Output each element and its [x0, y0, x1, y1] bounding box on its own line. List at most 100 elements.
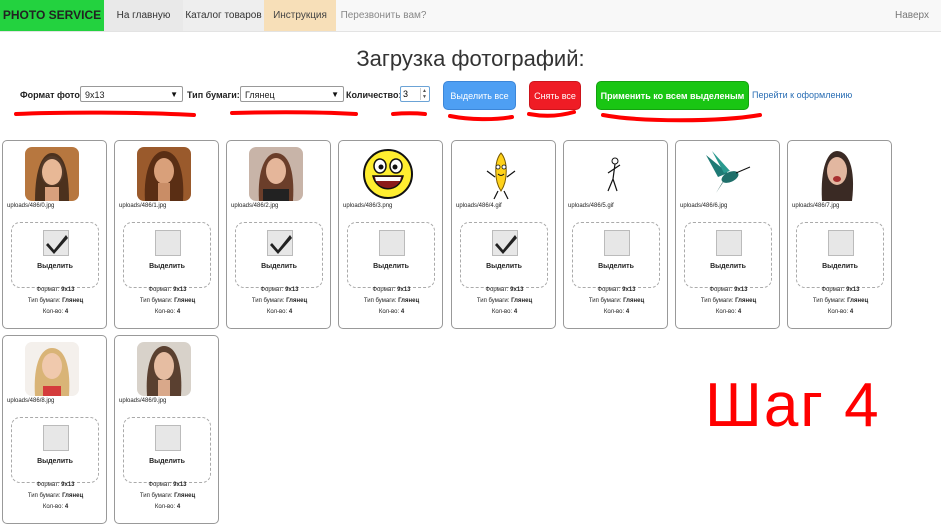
- paper-value: Глянец: [62, 493, 84, 499]
- format-value: 9x13: [510, 287, 524, 293]
- format-key: Формат:: [148, 482, 172, 488]
- qty-key: Кол-во:: [266, 309, 288, 315]
- photo-format-line: Формат: 9x13: [115, 482, 220, 488]
- qty-value: 4: [849, 309, 854, 315]
- photo-thumbnail: [586, 147, 640, 201]
- paper-value: Глянец: [847, 298, 869, 304]
- paper-select-value: Глянец: [245, 90, 275, 100]
- photo-filename: uploads/486/1.jpg: [119, 203, 167, 209]
- photo-select-area[interactable]: Выделить: [11, 222, 99, 288]
- nav-home[interactable]: На главную: [104, 0, 183, 31]
- checkout-link[interactable]: Перейти к оформлению: [752, 90, 852, 100]
- photo-select-area[interactable]: Выделить: [347, 222, 435, 288]
- photo-format-line: Формат: 9x13: [452, 287, 557, 293]
- photo-checkbox[interactable]: [43, 425, 69, 451]
- photo-filename: uploads/486/4.gif: [456, 203, 502, 209]
- photo-format-line: Формат: 9x13: [564, 287, 669, 293]
- format-key: Формат:: [597, 287, 621, 293]
- format-value: 9x13: [622, 287, 636, 293]
- photo-qty-line: Кол-во: 4: [115, 309, 220, 315]
- quantity-label: Количество:: [346, 90, 402, 100]
- photo-select-area[interactable]: Выделить: [11, 417, 99, 483]
- photo-select-area[interactable]: Выделить: [460, 222, 548, 288]
- photo-card: uploads/486/9.jpg Выделить Формат: 9x13 Тип…: [114, 335, 219, 524]
- nav-catalog[interactable]: Каталог товаров: [183, 0, 264, 31]
- photo-select-label: Выделить: [710, 263, 746, 270]
- brand-logo[interactable]: PHOTO SERVICE: [0, 0, 104, 31]
- photo-card: uploads/486/0.jpg Выделить Формат: 9x13 Тип…: [2, 140, 107, 329]
- paper-key: Тип бумаги:: [139, 298, 173, 304]
- paper-value: Глянец: [174, 298, 196, 304]
- nav-instructions[interactable]: Инструкция: [264, 0, 336, 31]
- photo-filename: uploads/486/7.jpg: [792, 203, 840, 209]
- photo-card: uploads/486/3.png Выделить Формат: 9x13 Тип…: [338, 140, 443, 329]
- format-value: 9x13: [173, 482, 187, 488]
- photo-select-label: Выделить: [149, 263, 185, 270]
- photo-thumbnail: [810, 147, 864, 201]
- photo-paper-line: Тип бумаги: Глянец: [788, 298, 893, 304]
- photo-format-line: Формат: 9x13: [3, 287, 108, 293]
- photo-select-label: Выделить: [37, 263, 73, 270]
- qty-key: Кол-во:: [154, 309, 176, 315]
- photo-checkbox[interactable]: [604, 230, 630, 256]
- photo-select-area[interactable]: Выделить: [572, 222, 660, 288]
- format-key: Формат:: [709, 287, 733, 293]
- photo-checkbox[interactable]: [155, 425, 181, 451]
- photo-filename: uploads/486/3.png: [343, 203, 393, 209]
- photo-checkbox[interactable]: [492, 230, 518, 256]
- paper-key: Тип бумаги:: [27, 298, 61, 304]
- paper-key: Тип бумаги:: [812, 298, 846, 304]
- qty-key: Кол-во:: [715, 309, 737, 315]
- photo-paper-line: Тип бумаги: Глянец: [339, 298, 444, 304]
- format-select-value: 9x13: [85, 90, 105, 100]
- photo-filename: uploads/486/5.gif: [568, 203, 614, 209]
- qty-value: 4: [64, 504, 69, 510]
- nav-to-top[interactable]: Наверх: [895, 0, 929, 31]
- qty-value: 4: [64, 309, 69, 315]
- photo-select-label: Выделить: [822, 263, 858, 270]
- qty-value: 4: [176, 309, 181, 315]
- spinner-arrows-icon[interactable]: ▲ ▼: [420, 88, 428, 100]
- format-key: Формат:: [372, 287, 396, 293]
- photo-thumbnail: [474, 147, 528, 201]
- photo-checkbox[interactable]: [155, 230, 181, 256]
- photo-select-area[interactable]: Выделить: [796, 222, 884, 288]
- photo-checkbox[interactable]: [43, 230, 69, 256]
- photo-card: uploads/486/4.gif Выделить Формат: 9x13 Тип…: [451, 140, 556, 329]
- photo-select-area[interactable]: Выделить: [684, 222, 772, 288]
- photo-select-label: Выделить: [373, 263, 409, 270]
- paper-key: Тип бумаги:: [476, 298, 510, 304]
- navbar: PHOTO SERVICE На главную Каталог товаров…: [0, 0, 941, 32]
- format-key: Формат:: [148, 287, 172, 293]
- photo-select-area[interactable]: Выделить: [235, 222, 323, 288]
- qty-value: 4: [400, 309, 405, 315]
- paper-key: Тип бумаги:: [27, 493, 61, 499]
- qty-value: 4: [737, 309, 742, 315]
- photo-thumbnail: [698, 147, 752, 201]
- photo-qty-line: Кол-во: 4: [564, 309, 669, 315]
- photo-checkbox[interactable]: [379, 230, 405, 256]
- paper-key: Тип бумаги:: [251, 298, 285, 304]
- paper-value: Глянец: [623, 298, 645, 304]
- photo-select-area[interactable]: Выделить: [123, 417, 211, 483]
- format-key: Формат:: [36, 287, 60, 293]
- paper-key: Тип бумаги:: [588, 298, 622, 304]
- qty-key: Кол-во:: [154, 504, 176, 510]
- format-label: Формат фото:: [20, 90, 83, 100]
- photo-paper-line: Тип бумаги: Глянец: [3, 298, 108, 304]
- nav-callback[interactable]: Перезвонить вам?: [336, 0, 431, 31]
- photo-checkbox[interactable]: [828, 230, 854, 256]
- qty-key: Кол-во:: [378, 309, 400, 315]
- quantity-value: 3: [403, 89, 409, 99]
- photo-format-line: Формат: 9x13: [115, 287, 220, 293]
- paper-value: Глянец: [286, 298, 308, 304]
- photo-select-area[interactable]: Выделить: [123, 222, 211, 288]
- photo-select-label: Выделить: [486, 263, 522, 270]
- photo-checkbox[interactable]: [716, 230, 742, 256]
- photo-paper-line: Тип бумаги: Глянец: [452, 298, 557, 304]
- photo-checkbox[interactable]: [267, 230, 293, 256]
- photo-select-label: Выделить: [598, 263, 634, 270]
- photo-paper-line: Тип бумаги: Глянец: [564, 298, 669, 304]
- photo-qty-line: Кол-во: 4: [227, 309, 332, 315]
- format-value: 9x13: [846, 287, 860, 293]
